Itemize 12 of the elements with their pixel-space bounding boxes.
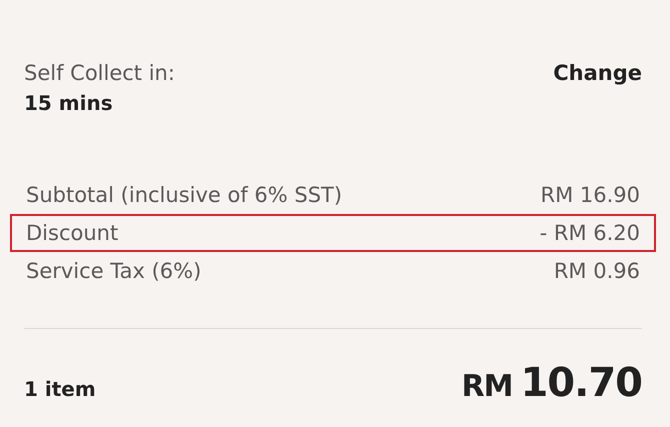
collect-time: 15 mins [24, 90, 114, 117]
item-count: 1 item [24, 376, 96, 403]
total-currency: RM [462, 368, 512, 406]
line-label: Discount [26, 220, 118, 247]
change-link[interactable]: Change [553, 58, 642, 90]
line-amount: RM 16.90 [540, 182, 640, 209]
line-amount: RM 0.96 [554, 258, 640, 285]
line-label: Service Tax (6%) [26, 258, 202, 285]
collect-label: Self Collect in: [24, 60, 175, 87]
line-label: Subtotal (inclusive of 6% SST) [26, 182, 342, 209]
total-amount: 10.70 [520, 359, 642, 408]
line-amount: - RM 6.20 [540, 220, 640, 247]
